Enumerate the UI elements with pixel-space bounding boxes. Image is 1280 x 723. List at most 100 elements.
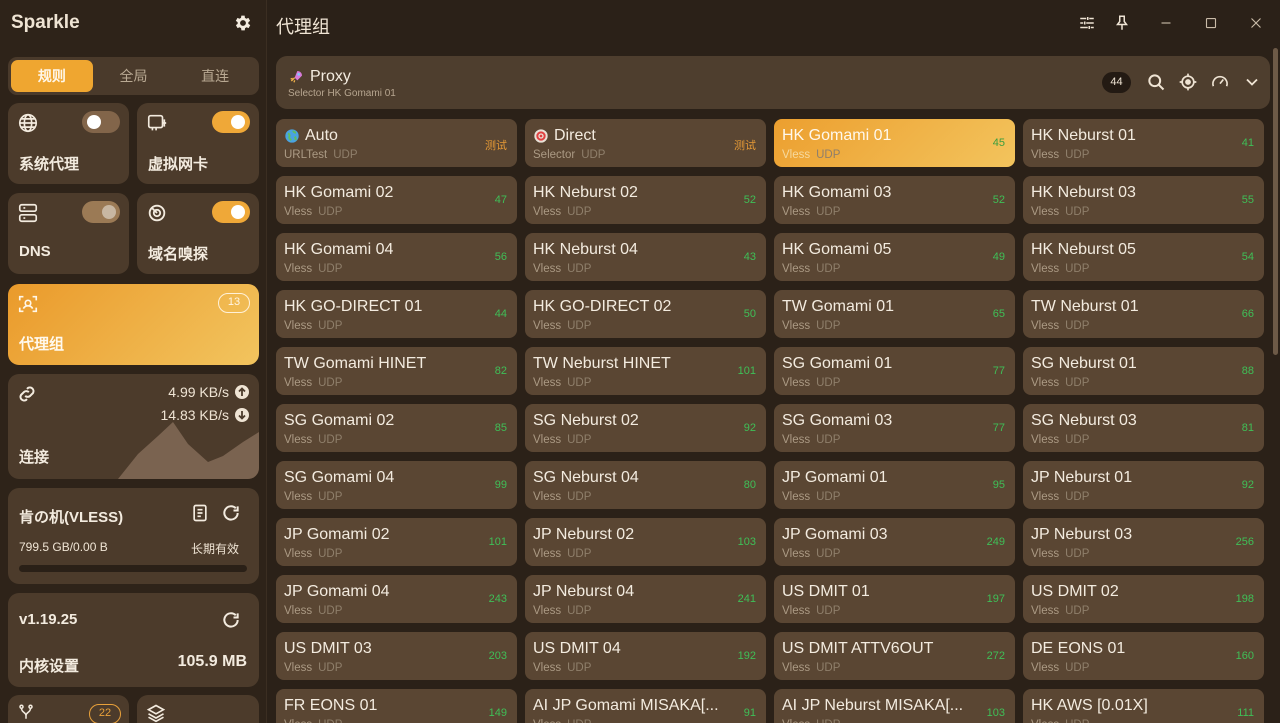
- proxy-node-card[interactable]: SG Neburst 02 Vless UDP 92: [525, 404, 766, 452]
- node-latency[interactable]: 101: [489, 536, 507, 548]
- node-latency[interactable]: 92: [744, 422, 756, 434]
- node-latency[interactable]: 243: [489, 593, 507, 605]
- proxy-node-card[interactable]: HK GO-DIRECT 02 Vless UDP 50: [525, 290, 766, 338]
- node-latency[interactable]: 47: [495, 194, 507, 206]
- proxy-node-card[interactable]: HK Neburst 03 Vless UDP 55: [1023, 176, 1264, 224]
- node-latency[interactable]: 41: [1242, 137, 1254, 149]
- test-latency-button[interactable]: 测试: [734, 137, 756, 153]
- node-latency[interactable]: 80: [744, 479, 756, 491]
- node-latency[interactable]: 160: [1236, 650, 1254, 662]
- node-latency[interactable]: 91: [744, 707, 756, 719]
- resources-card[interactable]: [137, 695, 259, 723]
- proxy-node-card[interactable]: JP Neburst 02 Vless UDP 103: [525, 518, 766, 566]
- system-proxy-card[interactable]: 系统代理: [8, 103, 129, 184]
- proxy-node-card[interactable]: SG Neburst 04 Vless UDP 80: [525, 461, 766, 509]
- proxy-node-card[interactable]: JP Gomami 01 Vless UDP 95: [774, 461, 1015, 509]
- proxy-node-card[interactable]: JP Neburst 01 Vless UDP 92: [1023, 461, 1264, 509]
- proxy-node-card[interactable]: US DMIT 01 Vless UDP 197: [774, 575, 1015, 623]
- proxy-node-card[interactable]: SG Neburst 03 Vless UDP 81: [1023, 404, 1264, 452]
- node-latency[interactable]: 56: [495, 251, 507, 263]
- proxy-node-card[interactable]: JP Gomami 02 Vless UDP 101: [276, 518, 517, 566]
- node-latency[interactable]: 77: [993, 422, 1005, 434]
- node-latency[interactable]: 49: [993, 251, 1005, 263]
- locate-icon[interactable]: [1178, 72, 1198, 92]
- dns-card[interactable]: DNS: [8, 193, 129, 274]
- node-latency[interactable]: 85: [495, 422, 507, 434]
- core-card[interactable]: v1.19.25 内核设置 105.9 MB: [8, 593, 259, 687]
- proxy-node-card[interactable]: HK Gomami 05 Vless UDP 49: [774, 233, 1015, 281]
- node-latency[interactable]: 50: [744, 308, 756, 320]
- node-latency[interactable]: 44: [495, 308, 507, 320]
- node-latency[interactable]: 54: [1242, 251, 1254, 263]
- node-latency[interactable]: 149: [489, 707, 507, 719]
- proxy-node-card[interactable]: US DMIT ATTV6OUT Vless UDP 272: [774, 632, 1015, 680]
- proxy-node-card[interactable]: US DMIT 04 Vless UDP 192: [525, 632, 766, 680]
- proxy-node-card[interactable]: HK Neburst 02 Vless UDP 52: [525, 176, 766, 224]
- node-latency[interactable]: 43: [744, 251, 756, 263]
- refresh-icon[interactable]: [221, 610, 241, 630]
- node-latency[interactable]: 81: [1242, 422, 1254, 434]
- tab-direct[interactable]: 直连: [174, 60, 256, 92]
- speed-test-icon[interactable]: [1210, 72, 1230, 92]
- scrollbar[interactable]: [1273, 48, 1278, 355]
- node-latency[interactable]: 103: [738, 536, 756, 548]
- proxy-node-card[interactable]: TW Gomami HINET Vless UDP 82: [276, 347, 517, 395]
- system-proxy-toggle[interactable]: [82, 111, 120, 133]
- node-latency[interactable]: 45: [993, 137, 1005, 149]
- node-latency[interactable]: 52: [993, 194, 1005, 206]
- node-latency[interactable]: 249: [987, 536, 1005, 548]
- proxy-node-card[interactable]: Auto URLTest UDP 测试: [276, 119, 517, 167]
- proxy-node-card[interactable]: SG Gomami 02 Vless UDP 85: [276, 404, 517, 452]
- pin-icon[interactable]: [1113, 14, 1131, 32]
- proxy-node-card[interactable]: DE EONS 01 Vless UDP 160: [1023, 632, 1264, 680]
- proxy-node-card[interactable]: AI JP Neburst MISAKA[... Vless UDP 103: [774, 689, 1015, 723]
- chevron-down-icon[interactable]: [1242, 72, 1262, 92]
- proxy-node-card[interactable]: JP Gomami 04 Vless UDP 243: [276, 575, 517, 623]
- proxy-groups-card[interactable]: 13 代理组: [8, 284, 259, 365]
- node-latency[interactable]: 88: [1242, 365, 1254, 377]
- minimize-icon[interactable]: [1157, 14, 1175, 32]
- proxy-node-card[interactable]: HK Gomami 04 Vless UDP 56: [276, 233, 517, 281]
- node-latency[interactable]: 66: [1242, 308, 1254, 320]
- node-latency[interactable]: 92: [1242, 479, 1254, 491]
- proxy-node-card[interactable]: SG Neburst 01 Vless UDP 88: [1023, 347, 1264, 395]
- proxy-node-card[interactable]: HK GO-DIRECT 01 Vless UDP 44: [276, 290, 517, 338]
- node-latency[interactable]: 101: [738, 365, 756, 377]
- node-latency[interactable]: 65: [993, 308, 1005, 320]
- tab-rule[interactable]: 规则: [11, 60, 93, 92]
- node-latency[interactable]: 198: [1236, 593, 1254, 605]
- test-latency-button[interactable]: 测试: [485, 137, 507, 153]
- node-latency[interactable]: 203: [489, 650, 507, 662]
- node-latency[interactable]: 77: [993, 365, 1005, 377]
- proxy-node-card[interactable]: TW Neburst HINET Vless UDP 101: [525, 347, 766, 395]
- tun-card[interactable]: 虚拟网卡: [137, 103, 259, 184]
- node-latency[interactable]: 241: [738, 593, 756, 605]
- dns-toggle[interactable]: [82, 201, 120, 223]
- sliders-icon[interactable]: [1078, 14, 1096, 32]
- document-icon[interactable]: [190, 503, 210, 523]
- proxy-node-card[interactable]: US DMIT 02 Vless UDP 198: [1023, 575, 1264, 623]
- proxy-node-card[interactable]: SG Gomami 03 Vless UDP 77: [774, 404, 1015, 452]
- node-latency[interactable]: 55: [1242, 194, 1254, 206]
- search-icon[interactable]: [1146, 72, 1166, 92]
- node-latency[interactable]: 111: [1237, 707, 1254, 719]
- node-latency[interactable]: 52: [744, 194, 756, 206]
- proxy-node-card[interactable]: TW Gomami 01 Vless UDP 65: [774, 290, 1015, 338]
- node-latency[interactable]: 256: [1236, 536, 1254, 548]
- proxy-node-card[interactable]: AI JP Gomami MISAKA[... Vless UDP 91: [525, 689, 766, 723]
- proxy-node-card[interactable]: HK Gomami 02 Vless UDP 47: [276, 176, 517, 224]
- proxy-node-card[interactable]: JP Neburst 04 Vless UDP 241: [525, 575, 766, 623]
- maximize-icon[interactable]: [1202, 14, 1220, 32]
- proxy-node-card[interactable]: HK Neburst 05 Vless UDP 54: [1023, 233, 1264, 281]
- proxy-node-card[interactable]: Direct Selector UDP 测试: [525, 119, 766, 167]
- node-latency[interactable]: 82: [495, 365, 507, 377]
- tun-toggle[interactable]: [212, 111, 250, 133]
- proxy-group-header[interactable]: Proxy Selector HK Gomami 01 44: [276, 56, 1270, 109]
- sniff-card[interactable]: 域名嗅探: [137, 193, 259, 274]
- proxy-node-card[interactable]: SG Gomami 01 Vless UDP 77: [774, 347, 1015, 395]
- proxy-node-card[interactable]: HK AWS [0.01X] Vless UDP 111: [1023, 689, 1264, 723]
- proxy-node-card[interactable]: HK Gomami 03 Vless UDP 52: [774, 176, 1015, 224]
- node-latency[interactable]: 272: [987, 650, 1005, 662]
- node-latency[interactable]: 103: [987, 707, 1005, 719]
- node-latency[interactable]: 99: [495, 479, 507, 491]
